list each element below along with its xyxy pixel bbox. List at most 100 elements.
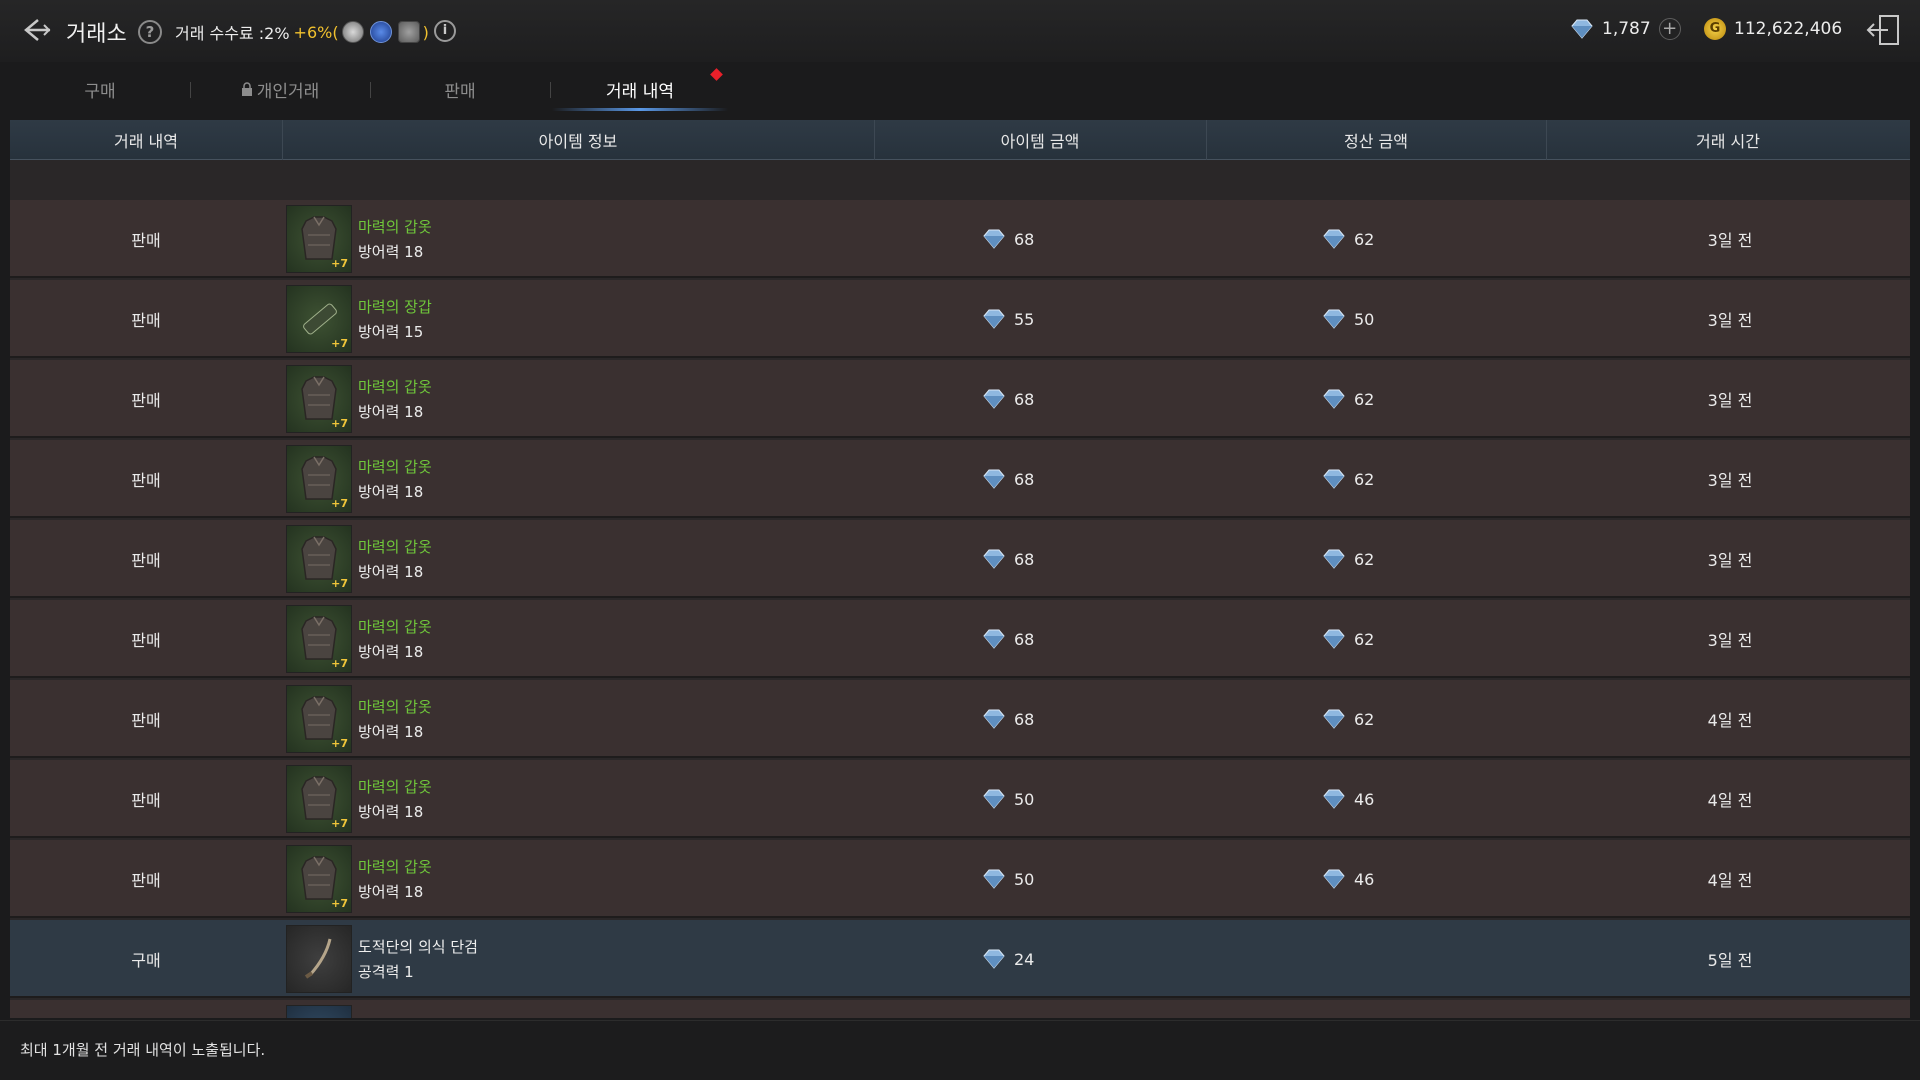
diamond-icon — [983, 229, 1005, 249]
table-row[interactable]: 구매 도적단의 의식 단검 공격력 1 24 5일 전 — [10, 920, 1910, 998]
diamond-icon — [1323, 789, 1345, 809]
item-text: 마력의 갑옷 방어력 18 — [358, 536, 432, 582]
table-row[interactable]: 판매 +7 마력의 장갑 방어력 15 55 50 3일 전 — [10, 280, 1910, 358]
gem-amount: 1,787 — [1602, 19, 1651, 39]
lock-icon — [241, 82, 252, 96]
trade-time: 3일 전 — [1610, 200, 1850, 278]
item-price-value: 68 — [1014, 229, 1035, 249]
trade-time-value: 4일 전 — [1707, 871, 1753, 890]
table-row[interactable]: 판매 +7 마력의 갑옷 방어력 18 68 62 3일 전 — [10, 200, 1910, 278]
add-gem-icon[interactable]: + — [1658, 18, 1681, 40]
diamond-icon — [1323, 469, 1345, 489]
trade-time-value: 4일 전 — [1707, 711, 1753, 730]
gem-balance: 1,787 + — [1568, 18, 1681, 40]
trade-time: 3일 전 — [1610, 520, 1850, 598]
table-row[interactable]: 판매 +7 마력의 갑옷 방어력 18 50 46 4일 전 — [10, 760, 1910, 838]
trade-time: 3일 전 — [1610, 360, 1850, 438]
trade-time: 3일 전 — [1610, 440, 1850, 518]
item-text: 마력의 장갑 방어력 15 — [358, 296, 432, 342]
enhance-level: +7 — [331, 737, 348, 750]
item-price-value: 68 — [1014, 389, 1035, 409]
gold-coin-icon: G — [1704, 18, 1726, 40]
table-row[interactable]: 판매 +7 마력의 갑옷 방어력 18 68 62 3일 전 — [10, 360, 1910, 438]
item-price: 68 — [980, 600, 1180, 678]
gold-amount: 112,622,406 — [1734, 19, 1843, 39]
diamond-icon — [983, 789, 1005, 809]
item-name: 마력의 갑옷 — [358, 858, 432, 876]
item-text: 마력의 갑옷 방어력 18 — [358, 216, 432, 262]
trade-type: 구매 — [10, 920, 282, 998]
item-price-value: 68 — [1014, 629, 1035, 649]
back-arrow-icon[interactable] — [18, 12, 54, 48]
trade-time: 4일 전 — [1610, 680, 1850, 758]
item-info: +7 마력의 갑옷 방어력 18 — [286, 600, 926, 678]
settle-price: 50 — [1320, 280, 1520, 358]
table-row[interactable]: 판매 +7 마력의 갑옷 방어력 18 68 62 4일 전 — [10, 680, 1910, 758]
exit-icon[interactable] — [1864, 12, 1904, 48]
settle-price: 62 — [1320, 360, 1520, 438]
trade-time-value: 3일 전 — [1707, 471, 1753, 490]
trade-type-label: 판매 — [131, 551, 161, 570]
history-table[interactable]: 거래 내역 아이템 정보 아이템 금액 정산 금액 거래 시간 판매 +7 마력의 … — [10, 120, 1910, 1018]
diamond-icon — [983, 629, 1005, 649]
help-icon[interactable]: ? — [138, 20, 162, 44]
item-info: +7 마력의 갑옷 방어력 18 — [286, 440, 926, 518]
trade-type: 판매 — [10, 520, 282, 598]
trade-type: 판매 — [10, 440, 282, 518]
tab-sell[interactable]: 판매 — [400, 66, 520, 112]
trade-time: 3일 전 — [1610, 600, 1850, 678]
item-price: 68 — [980, 360, 1180, 438]
item-price: 68 — [980, 520, 1180, 598]
table-row[interactable]: 판매 +7 마력의 갑옷 방어력 18 68 62 3일 전 — [10, 440, 1910, 518]
item-stat: 방어력 18 — [358, 643, 424, 661]
item-text: 마력의 갑옷 방어력 18 — [358, 856, 432, 902]
trade-type: 판매 — [10, 280, 282, 358]
item-thumbnail: +7 — [286, 285, 352, 353]
item-stat: 방어력 15 — [358, 323, 424, 341]
armor-icon — [301, 696, 337, 740]
settle-price: 46 — [1320, 760, 1520, 838]
enhance-level: +7 — [331, 337, 348, 350]
item-price-value: 50 — [1014, 789, 1035, 809]
fee-paren-close: ) — [422, 22, 429, 42]
trade-type-label: 판매 — [131, 791, 161, 810]
armor-icon — [301, 776, 337, 820]
item-name: 마력의 갑옷 — [358, 778, 432, 796]
armor-icon — [301, 456, 337, 500]
enhance-level: +7 — [331, 817, 348, 830]
item-text: 마력의 갑옷 방어력 18 — [358, 616, 432, 662]
trade-time: 4일 전 — [1610, 760, 1850, 838]
item-thumbnail — [286, 1005, 352, 1018]
enhance-level: +7 — [331, 897, 348, 910]
table-row[interactable]: 판매 +7 마력의 갑옷 방어력 18 68 62 3일 전 — [10, 600, 1910, 678]
item-thumbnail: +7 — [286, 845, 352, 913]
settle-price: 62 — [1320, 200, 1520, 278]
tab-buy[interactable]: 구매 — [40, 66, 160, 112]
diamond-icon — [983, 389, 1005, 409]
glove-icon — [303, 303, 337, 335]
header-trade-time: 거래 시간 — [1696, 132, 1760, 151]
info-icon[interactable]: i — [434, 20, 456, 42]
item-stat: 방어력 18 — [358, 483, 424, 501]
trade-type: 판매 — [10, 200, 282, 278]
fee-info: 거래 수수료 :2% +6% ( ) — [175, 20, 429, 44]
tab-history[interactable]: 거래 내역 — [580, 66, 700, 112]
item-info: +7 마력의 갑옷 방어력 18 — [286, 840, 926, 918]
table-row[interactable]: 판매 +7 마력의 갑옷 방어력 18 68 62 3일 전 — [10, 520, 1910, 598]
item-stat: 공격력 1 — [358, 963, 414, 981]
item-text: 마력의 갑옷 방어력 18 — [358, 776, 432, 822]
table-row[interactable]: 판매굴린부르스티 엄니 호각 — [10, 1000, 1910, 1018]
item-price-value: 50 — [1014, 869, 1035, 889]
item-stat: 방어력 18 — [358, 723, 424, 741]
settle-price-value: 62 — [1354, 549, 1375, 569]
table-row[interactable]: 판매 +7 마력의 갑옷 방어력 18 50 46 4일 전 — [10, 840, 1910, 918]
diamond-icon — [1323, 869, 1345, 889]
diamond-icon — [1323, 629, 1345, 649]
diamond-icon — [1323, 389, 1345, 409]
fee-paren-open: ( — [332, 22, 339, 42]
gold-balance: G 112,622,406 — [1704, 18, 1842, 40]
table-header: 거래 내역 아이템 정보 아이템 금액 정산 금액 거래 시간 — [10, 120, 1910, 160]
tab-private-trade[interactable]: 개인거래 — [220, 66, 340, 112]
armor-icon — [301, 856, 337, 900]
item-info: +7 마력의 갑옷 방어력 18 — [286, 200, 926, 278]
